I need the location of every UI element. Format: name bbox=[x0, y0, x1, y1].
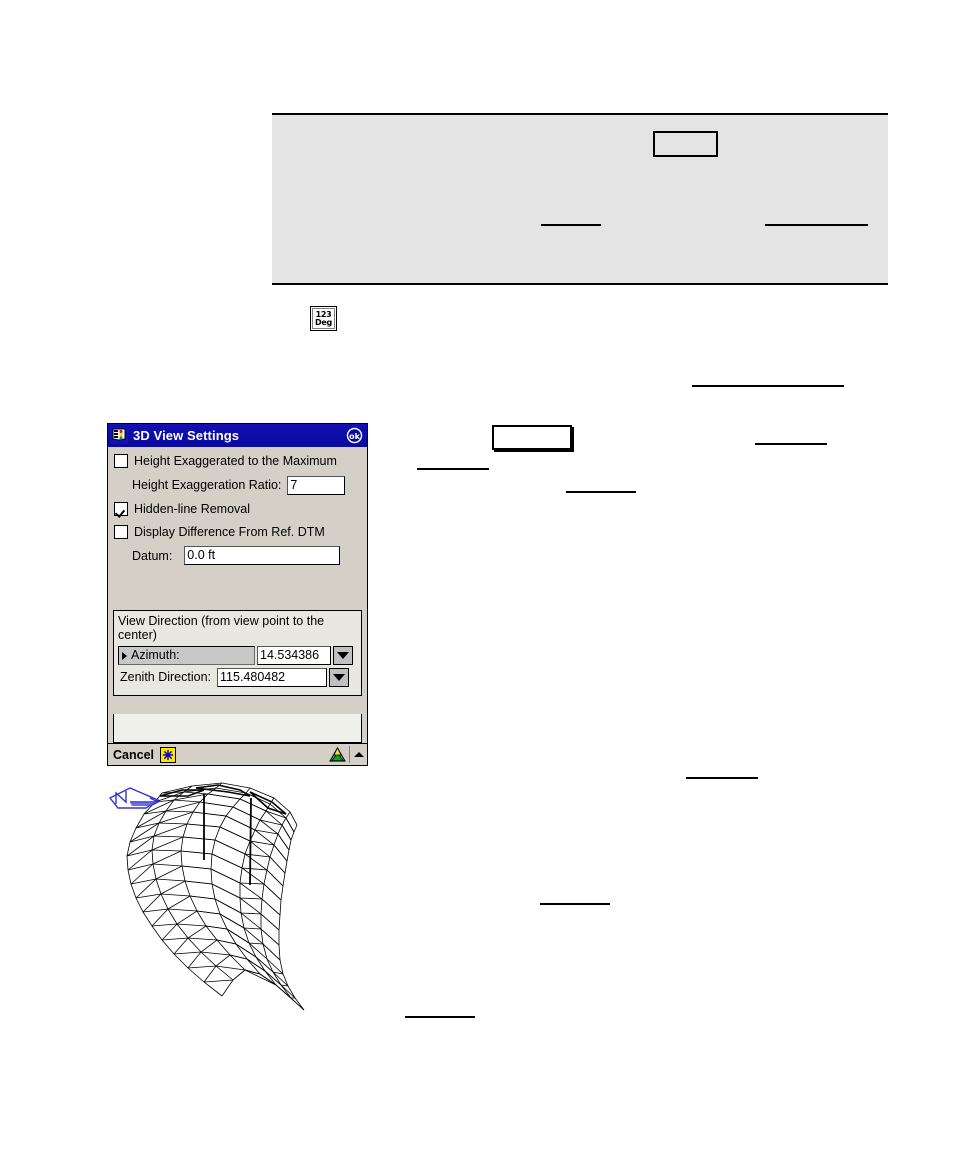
input-zenith-direction[interactable]: 115.480482 bbox=[217, 668, 328, 687]
ghost-button-in-note[interactable] bbox=[653, 131, 718, 157]
dialog-titlebar: 3D View Settings ok bbox=[108, 424, 367, 447]
dialog-statusbar: Cancel bbox=[108, 743, 367, 765]
redacted-text-rule bbox=[765, 224, 868, 226]
option-row-display-difference-ref-dtm[interactable]: Display Difference From Ref. DTM bbox=[108, 520, 367, 543]
view-direction-group-title: View Direction (from view point to the c… bbox=[118, 614, 325, 642]
field-row-datum[interactable]: Datum: 0.0 ft bbox=[108, 543, 367, 568]
keyboard-input-panel-icon[interactable] bbox=[160, 746, 176, 763]
azimuth-label: Azimuth: bbox=[131, 648, 180, 662]
input-datum[interactable]: 0.0 ft bbox=[184, 546, 341, 565]
dialog-empty-panel bbox=[113, 714, 362, 743]
3d-view-settings-dialog: 3D View Settings ok Height Exaggerated t… bbox=[107, 423, 368, 766]
redacted-text-rule bbox=[541, 224, 601, 226]
checkbox-display-difference-ref-dtm[interactable] bbox=[114, 524, 128, 539]
option-row-height-exaggerated-max[interactable]: Height Exaggerated to the Maximum bbox=[108, 449, 367, 473]
ok-button[interactable]: ok bbox=[346, 427, 363, 444]
chevron-down-icon bbox=[337, 652, 349, 659]
input-height-exaggeration-ratio[interactable]: 7 bbox=[287, 475, 346, 495]
123-deg-icon: 123 Deg bbox=[312, 308, 335, 329]
label-display-difference-ref-dtm: Display Difference From Ref. DTM bbox=[134, 524, 325, 539]
dialog-client-area: Height Exaggerated to the Maximum Height… bbox=[108, 449, 367, 745]
label-height-exaggeration-ratio: Height Exaggeration Ratio: bbox=[132, 478, 282, 492]
123-deg-icon-button[interactable]: 123 Deg bbox=[310, 306, 337, 331]
zenith-label: Zenith Direction: bbox=[120, 670, 212, 684]
redacted-text-rule bbox=[540, 903, 610, 905]
view-direction-groupbox: View Direction (from view point to the c… bbox=[113, 610, 362, 696]
checkbox-hidden-line-removal[interactable] bbox=[114, 501, 128, 516]
azimuth-label-button[interactable]: Azimuth: bbox=[118, 646, 255, 665]
zenith-row[interactable]: Zenith Direction: 115.480482 bbox=[118, 668, 357, 687]
zenith-dropdown-button[interactable] bbox=[329, 668, 350, 687]
dialog-title: 3D View Settings bbox=[133, 428, 240, 443]
label-hidden-line-removal: Hidden-line Removal bbox=[134, 501, 251, 516]
deg-icon-line2: Deg bbox=[315, 317, 332, 327]
chevron-down-icon bbox=[333, 674, 346, 681]
ghost-button-secondary[interactable] bbox=[492, 425, 572, 450]
redacted-text-rule bbox=[405, 1016, 475, 1018]
chevron-right-icon bbox=[122, 651, 127, 660]
redacted-text-rule bbox=[566, 491, 636, 493]
label-datum: Datum: bbox=[132, 548, 173, 563]
redacted-text-rule bbox=[692, 385, 844, 387]
statusbar-divider bbox=[349, 746, 350, 763]
dtm-triangle-icon[interactable] bbox=[329, 746, 346, 763]
redacted-text-rule bbox=[417, 468, 489, 470]
input-azimuth[interactable]: 14.534386 bbox=[257, 646, 331, 665]
note-callout-box bbox=[272, 113, 888, 285]
chevron-up-glyph bbox=[354, 752, 364, 757]
label-height-exaggerated-max: Height Exaggerated to the Maximum bbox=[134, 454, 337, 468]
document-page: 123 Deg 3D View Settings ok Height Exagg… bbox=[0, 0, 954, 1159]
redacted-text-rule bbox=[686, 777, 758, 779]
dtm-flag-icon bbox=[111, 427, 128, 444]
azimuth-dropdown-button[interactable] bbox=[333, 646, 353, 665]
redacted-text-rule bbox=[755, 443, 827, 445]
checkbox-height-exaggerated-max[interactable] bbox=[114, 454, 128, 468]
chevron-up-icon[interactable] bbox=[353, 746, 365, 763]
cancel-button[interactable]: Cancel bbox=[113, 748, 154, 762]
azimuth-row[interactable]: Azimuth: 14.534386 bbox=[118, 646, 357, 665]
option-row-hidden-line-removal[interactable]: Hidden-line Removal bbox=[108, 497, 367, 520]
field-row-height-exaggeration-ratio[interactable]: Height Exaggeration Ratio: 7 bbox=[108, 473, 367, 497]
svg-text:ok: ok bbox=[349, 432, 360, 441]
3d-dtm-wireframe-preview bbox=[100, 780, 345, 1030]
